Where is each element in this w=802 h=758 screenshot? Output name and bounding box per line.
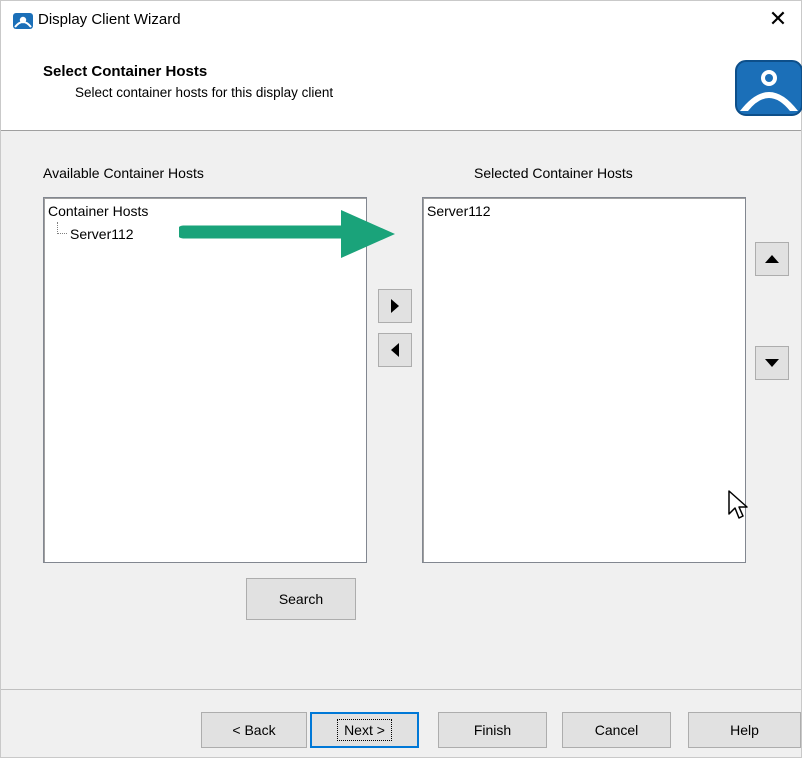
list-item[interactable]: Server112 (427, 203, 491, 219)
right-triangle-icon (391, 299, 399, 313)
next-button-label: Next > (337, 719, 392, 741)
close-icon: ✕ (768, 6, 788, 31)
remove-host-button[interactable] (378, 333, 412, 367)
up-triangle-icon (765, 255, 779, 263)
selected-hosts-list[interactable]: Server112 (422, 197, 746, 563)
close-button[interactable]: ✕ (755, 1, 801, 39)
back-button[interactable]: < Back (201, 712, 307, 748)
product-logo (735, 60, 802, 116)
window-title: Display Client Wizard (38, 11, 181, 28)
available-hosts-label: Available Container Hosts (43, 165, 204, 181)
help-button[interactable]: Help (688, 712, 801, 748)
finish-button[interactable]: Finish (438, 712, 547, 748)
page-title: Select Container Hosts (43, 63, 208, 80)
move-up-button[interactable] (755, 242, 789, 276)
wizard-window: Display Client Wizard ✕ Select Container… (0, 0, 802, 758)
search-button[interactable]: Search (246, 578, 356, 620)
tree-item-server[interactable]: Server112 (70, 226, 134, 242)
mouse-pointer-icon (728, 490, 748, 519)
selected-hosts-label: Selected Container Hosts (474, 165, 633, 181)
title-bar: Display Client Wizard ✕ (1, 1, 801, 39)
left-triangle-icon (391, 343, 399, 357)
tree-connector (57, 222, 67, 234)
app-icon (13, 13, 33, 29)
add-host-button[interactable] (378, 289, 412, 323)
annotation-arrow-icon (179, 210, 395, 258)
move-down-button[interactable] (755, 346, 789, 380)
wizard-header: Select Container Hosts Select container … (1, 39, 802, 131)
page-subtitle: Select container hosts for this display … (75, 85, 334, 100)
next-button[interactable]: Next > (310, 712, 419, 748)
footer-divider (1, 689, 801, 690)
down-triangle-icon (765, 359, 779, 367)
tree-root-container-hosts[interactable]: Container Hosts (48, 203, 148, 219)
cancel-button[interactable]: Cancel (562, 712, 671, 748)
